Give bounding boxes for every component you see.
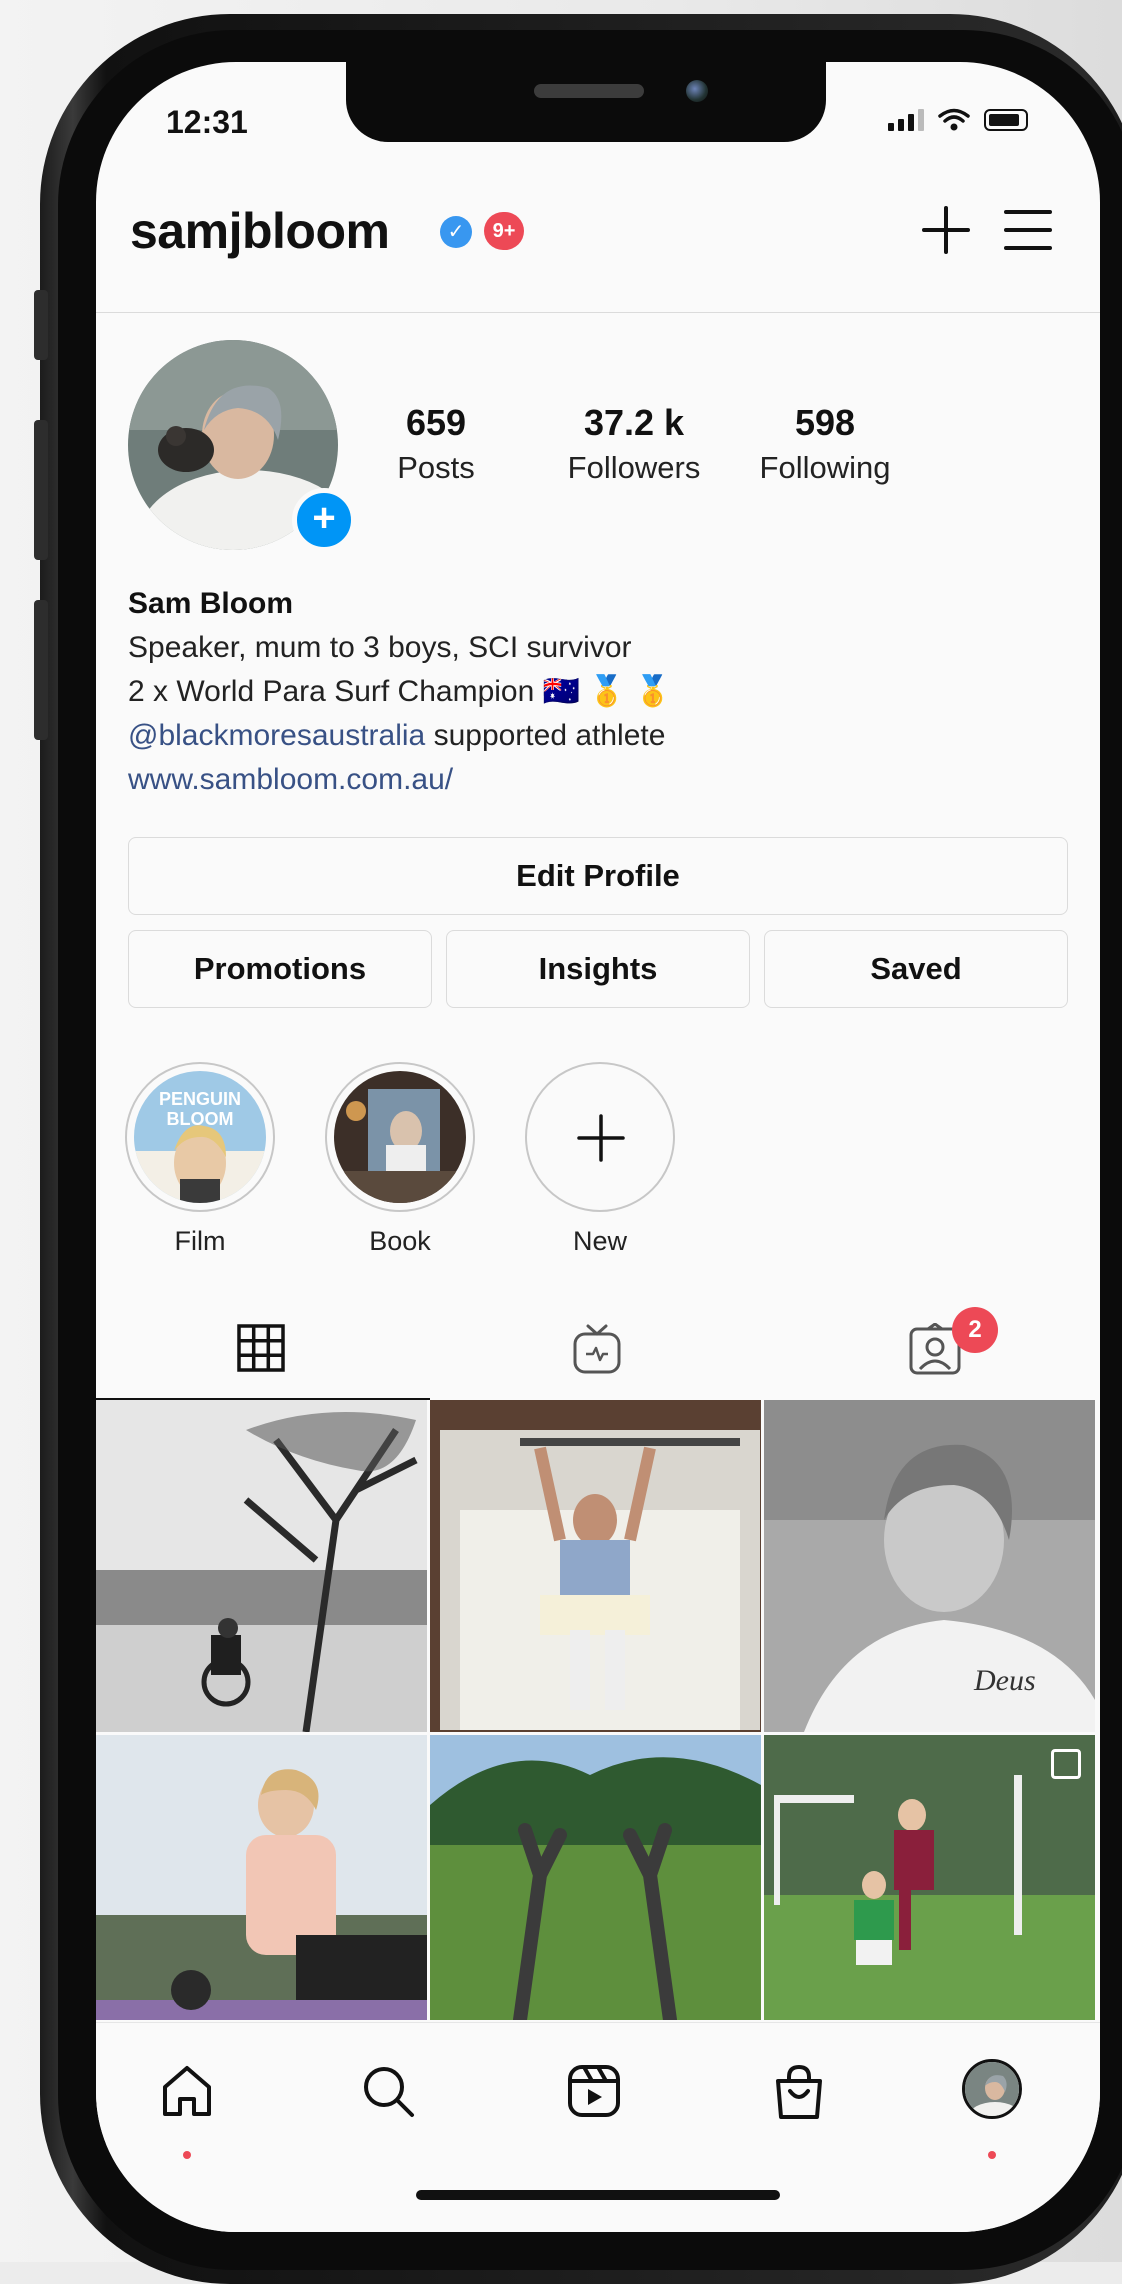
notch bbox=[346, 62, 826, 142]
screen: 12:31 samjbloom ✓ 9+ + 659 Posts 37.2 k … bbox=[96, 62, 1100, 2232]
plus-icon bbox=[577, 1114, 625, 1162]
profile-stats: 659 Posts 37.2 k Followers 598 Following bbox=[366, 402, 1096, 486]
stat-following[interactable]: 598 Following bbox=[740, 402, 910, 486]
reels-icon[interactable] bbox=[566, 2063, 622, 2119]
highlight-film[interactable]: PENGUIN BLOOM Film bbox=[120, 1062, 280, 1257]
highlight-cover-text: PENGUIN BLOOM bbox=[158, 1089, 241, 1129]
profile-bio: Sam Bloom Speaker, mum to 3 boys, SCI su… bbox=[128, 582, 1068, 802]
igtv-icon[interactable] bbox=[572, 1323, 622, 1375]
highlight-label: Book bbox=[369, 1226, 431, 1256]
post-thumbnail[interactable] bbox=[764, 1735, 1095, 2067]
wifi-icon bbox=[938, 108, 970, 131]
highlight-label: Film bbox=[174, 1226, 226, 1256]
bio-mention-suffix: supported athlete bbox=[425, 719, 666, 752]
home-activity-dot bbox=[183, 2151, 191, 2159]
highlight-ring bbox=[325, 1062, 475, 1212]
highlight-cover bbox=[334, 1071, 466, 1203]
display-name: Sam Bloom bbox=[128, 587, 294, 620]
front-camera bbox=[686, 80, 708, 102]
post-thumbnail[interactable] bbox=[96, 1400, 427, 1732]
highlight-cover: PENGUIN BLOOM bbox=[134, 1071, 266, 1203]
stat-followers[interactable]: 37.2 k Followers bbox=[534, 402, 734, 486]
saved-button[interactable]: Saved bbox=[764, 930, 1068, 1008]
grid-icon[interactable] bbox=[236, 1323, 286, 1373]
bio-line-2: 2 x World Para Surf Champion 🇦🇺 🥇 🥇 bbox=[128, 675, 672, 708]
status-icons bbox=[888, 108, 1028, 132]
home-icon[interactable] bbox=[160, 2063, 214, 2119]
shop-icon[interactable] bbox=[772, 2063, 826, 2121]
post-thumbnail[interactable]: Deus bbox=[764, 1400, 1095, 1732]
search-icon[interactable] bbox=[360, 2063, 416, 2119]
home-indicator bbox=[416, 2190, 780, 2200]
highlight-book[interactable]: Book bbox=[320, 1062, 480, 1257]
highlight-label: New bbox=[572, 1226, 627, 1256]
highlight-ring: PENGUIN BLOOM bbox=[125, 1062, 275, 1212]
username[interactable]: samjbloom bbox=[130, 202, 390, 260]
posts-label: Posts bbox=[397, 450, 475, 485]
speaker bbox=[534, 84, 644, 98]
new-highlight-ring bbox=[525, 1062, 675, 1212]
post-thumbnail[interactable] bbox=[430, 1400, 761, 1732]
edit-profile-button[interactable]: Edit Profile bbox=[128, 837, 1068, 915]
battery-icon bbox=[984, 109, 1028, 131]
following-label: Following bbox=[759, 450, 891, 485]
profile-header: samjbloom ✓ 9+ bbox=[130, 192, 1070, 272]
followers-count: 37.2 k bbox=[583, 402, 685, 443]
create-plus-icon[interactable] bbox=[920, 204, 972, 256]
signal-icon bbox=[888, 109, 924, 131]
bio-mention-link[interactable]: @blackmoresaustralia bbox=[128, 719, 425, 752]
highlight-new[interactable]: New bbox=[520, 1062, 680, 1257]
post-thumbnail[interactable] bbox=[430, 1735, 761, 2067]
add-story-button[interactable]: + bbox=[292, 488, 356, 552]
following-count: 598 bbox=[794, 402, 856, 443]
profile-tab-avatar[interactable] bbox=[962, 2059, 1022, 2119]
svg-text:Deus: Deus bbox=[973, 1664, 1036, 1697]
volume-down-button bbox=[34, 600, 48, 740]
verified-badge-icon: ✓ bbox=[440, 216, 472, 248]
bio-line-1: Speaker, mum to 3 boys, SCI survivor bbox=[128, 631, 632, 664]
promotions-button[interactable]: Promotions bbox=[128, 930, 432, 1008]
header-divider bbox=[96, 312, 1100, 313]
bio-line-3: @blackmoresaustralia supported athlete bbox=[128, 714, 1068, 758]
status-time: 12:31 bbox=[166, 104, 248, 140]
mute-switch bbox=[34, 290, 48, 360]
profile-tabs: 2 bbox=[96, 1287, 1100, 1407]
post-thumbnail[interactable] bbox=[96, 1735, 427, 2067]
bottom-navigation bbox=[96, 2022, 1100, 2232]
posts-count: 659 bbox=[405, 402, 467, 443]
volume-up-button bbox=[34, 420, 48, 560]
posts-grid: Deus bbox=[96, 1400, 1100, 2027]
carousel-icon bbox=[1051, 1749, 1081, 1779]
website-link[interactable]: www.sambloom.com.au/ bbox=[128, 758, 1068, 802]
profile-activity-dot bbox=[988, 2151, 996, 2159]
followers-label: Followers bbox=[567, 450, 701, 485]
tagged-badge: 2 bbox=[952, 1307, 998, 1353]
notifications-badge[interactable]: 9+ bbox=[484, 212, 524, 250]
menu-hamburger-icon[interactable] bbox=[1002, 206, 1054, 254]
insights-button[interactable]: Insights bbox=[446, 930, 750, 1008]
stat-posts[interactable]: 659 Posts bbox=[366, 402, 506, 486]
